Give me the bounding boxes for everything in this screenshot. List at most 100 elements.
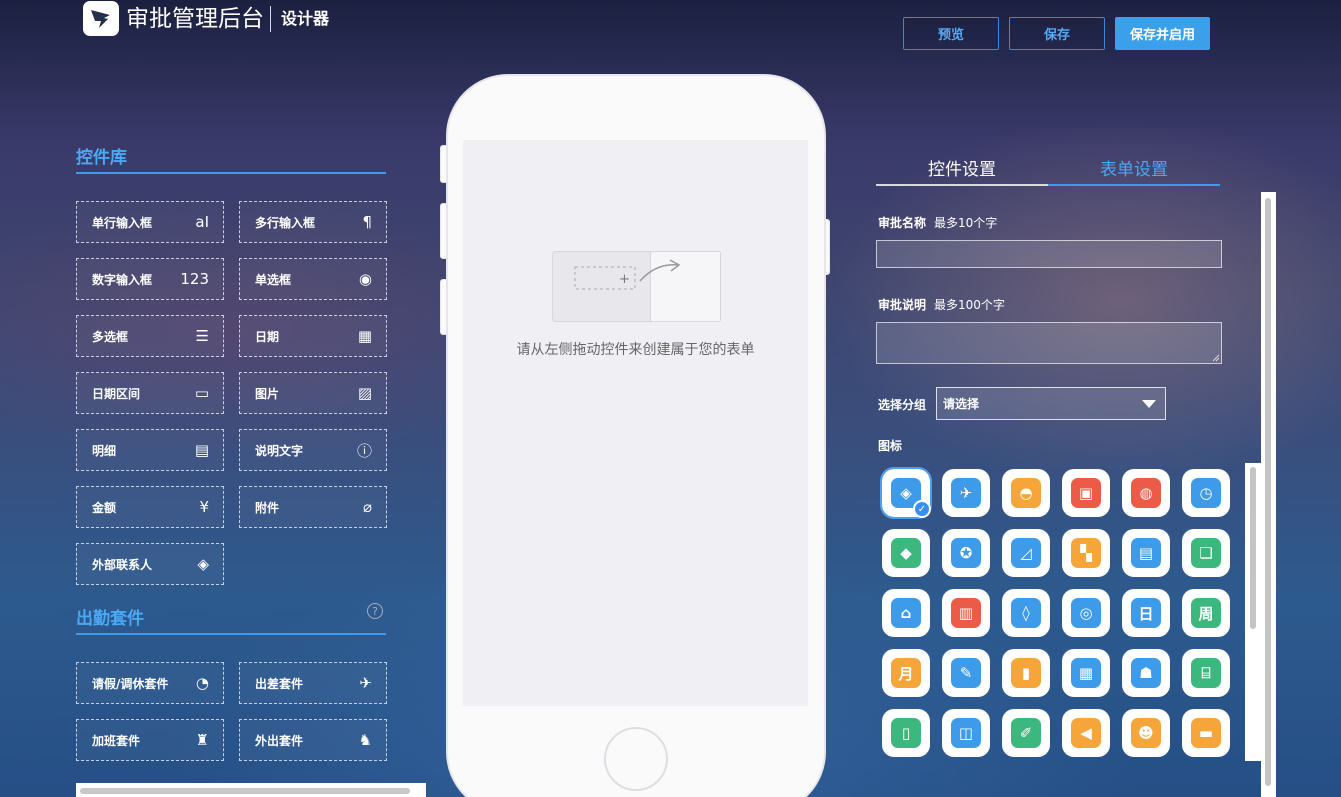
clock-icon: ◷ bbox=[1191, 478, 1221, 508]
kit-label: 加班套件 bbox=[92, 733, 141, 748]
scrollbar-thumb[interactable] bbox=[1250, 467, 1256, 629]
control-label: 多选框 bbox=[92, 329, 129, 344]
tab-underline-active bbox=[1048, 184, 1220, 186]
icon-option[interactable]: ⌸ bbox=[1182, 649, 1230, 697]
kit-clock[interactable]: 请假/调休套件 ◔ bbox=[76, 662, 224, 704]
canvas-hint-text: 请从左侧拖动控件来创建属于您的表单 bbox=[516, 342, 755, 358]
group-select-value: 请选择 bbox=[943, 397, 980, 411]
save-and-enable-button[interactable]: 保存并启用 bbox=[1115, 17, 1210, 50]
icon-option[interactable]: ▯ bbox=[882, 709, 930, 757]
attendance-title: 出勤套件 bbox=[76, 609, 144, 629]
icon-option[interactable]: ✈ bbox=[942, 469, 990, 517]
tab-form-settings[interactable]: 表单设置 bbox=[1048, 155, 1220, 180]
scrollbar-thumb[interactable] bbox=[80, 788, 410, 794]
day-icon: 日 bbox=[1131, 598, 1161, 628]
kit-walking[interactable]: 外出套件 ♞ bbox=[239, 719, 387, 761]
calendar-range-icon: ▭ bbox=[194, 384, 209, 402]
icon-option[interactable]: 月 bbox=[882, 649, 930, 697]
icon-grid-scrollbar[interactable] bbox=[1245, 463, 1261, 761]
icon-option[interactable]: ◆ bbox=[882, 529, 930, 577]
icon-option[interactable]: ◊ bbox=[1002, 589, 1050, 637]
yen-icon: ¥ bbox=[199, 498, 209, 516]
control-info[interactable]: 说明文字 ⓘ bbox=[239, 429, 387, 471]
clock-icon: ◔ bbox=[195, 674, 209, 692]
control-paperclip[interactable]: 附件 ⌀ bbox=[239, 486, 387, 528]
icon-option[interactable]: ▦ bbox=[1062, 649, 1110, 697]
approval-name-input[interactable] bbox=[876, 240, 1222, 268]
icon-option[interactable]: ◓ bbox=[1002, 469, 1050, 517]
icon-option[interactable]: ◎ bbox=[1062, 589, 1110, 637]
control-checklist[interactable]: 多选框 ☰ bbox=[76, 315, 224, 357]
control-text-a[interactable]: 单行输入框 aI bbox=[76, 201, 224, 243]
control-number[interactable]: 数字输入框 123 bbox=[76, 258, 224, 300]
tab-underline-inactive bbox=[876, 184, 1048, 186]
icon-option[interactable]: ☻ bbox=[1122, 709, 1170, 757]
chevron-down-icon bbox=[1142, 400, 1156, 408]
icon-option[interactable]: ◈ ✓ bbox=[880, 467, 932, 519]
control-radio[interactable]: 单选框 ◉ bbox=[239, 258, 387, 300]
icon-option[interactable]: ▚ bbox=[1062, 529, 1110, 577]
icon-option[interactable]: ◀ bbox=[1062, 709, 1110, 757]
kit-desk-lamp[interactable]: 加班套件 ♜ bbox=[76, 719, 224, 761]
group-select[interactable]: 请选择 bbox=[936, 387, 1166, 420]
app-logo bbox=[83, 1, 119, 36]
help-icon[interactable]: ? bbox=[367, 603, 383, 619]
icon-option[interactable]: ▮ bbox=[1002, 649, 1050, 697]
control-detail[interactable]: 明细 ▤ bbox=[76, 429, 224, 471]
library-title: 控件库 bbox=[76, 148, 127, 168]
control-label: 金额 bbox=[92, 500, 117, 515]
notebook-icon: ▯ bbox=[891, 718, 921, 748]
open-book-icon: ◫ bbox=[951, 718, 981, 748]
icon-option[interactable]: 日 bbox=[1122, 589, 1170, 637]
form-canvas[interactable] bbox=[463, 140, 808, 706]
calendar-icon: ▦ bbox=[357, 327, 372, 345]
approval-desc-textarea[interactable] bbox=[876, 322, 1222, 364]
icon-option[interactable]: ▣ bbox=[1062, 469, 1110, 517]
save-button[interactable]: 保存 bbox=[1009, 17, 1105, 50]
phone-home-button bbox=[604, 727, 668, 791]
app-title: 审批管理后台 bbox=[126, 6, 264, 32]
icon-option[interactable]: ◫ bbox=[942, 709, 990, 757]
control-paragraph[interactable]: 多行输入框 ¶ bbox=[239, 201, 387, 243]
pen-icon: ✐ bbox=[1011, 718, 1041, 748]
title-divider bbox=[270, 6, 271, 32]
settings-vertical-scrollbar[interactable] bbox=[1261, 192, 1276, 797]
chart-board-icon: ◿ bbox=[1011, 538, 1041, 568]
desk-lamp-icon: ♜ bbox=[195, 731, 209, 749]
megaphone-icon: ◀ bbox=[1071, 718, 1101, 748]
control-label: 日期区间 bbox=[92, 386, 141, 401]
icon-option[interactable]: ✪ bbox=[942, 529, 990, 577]
icon-option[interactable]: ✎ bbox=[942, 649, 990, 697]
app-subtitle: 设计器 bbox=[281, 9, 330, 28]
library-horizontal-scrollbar[interactable] bbox=[76, 783, 426, 797]
tab-control-settings[interactable]: 控件设置 bbox=[876, 155, 1048, 180]
checklist-icon: ☰ bbox=[195, 327, 209, 345]
icon-option[interactable]: ⌂ bbox=[882, 589, 930, 637]
approval-desc-limit: 最多100个字 bbox=[934, 298, 1005, 312]
scrollbar-thumb[interactable] bbox=[1265, 198, 1271, 786]
preview-button[interactable]: 预览 bbox=[903, 17, 999, 50]
icon-option[interactable]: ✐ bbox=[1002, 709, 1050, 757]
kit-label: 请假/调休套件 bbox=[92, 676, 169, 691]
control-label: 外部联系人 bbox=[92, 557, 153, 572]
month-icon: 月 bbox=[891, 658, 921, 688]
plus-glyph: + bbox=[619, 272, 630, 287]
icon-option[interactable]: ▬ bbox=[1182, 709, 1230, 757]
control-calendar[interactable]: 日期 ▦ bbox=[239, 315, 387, 357]
control-yen[interactable]: 金额 ¥ bbox=[76, 486, 224, 528]
kit-airplane[interactable]: 出差套件 ✈ bbox=[239, 662, 387, 704]
icon-option[interactable]: ▤ bbox=[1122, 529, 1170, 577]
icon-option[interactable]: 周 bbox=[1182, 589, 1230, 637]
control-image[interactable]: 图片 ▨ bbox=[239, 372, 387, 414]
icon-option[interactable]: ◍ bbox=[1122, 469, 1170, 517]
control-calendar-range[interactable]: 日期区间 ▭ bbox=[76, 372, 224, 414]
icon-option[interactable]: ◷ bbox=[1182, 469, 1230, 517]
icon-option[interactable]: ◿ bbox=[1002, 529, 1050, 577]
resize-handle-icon[interactable] bbox=[1212, 354, 1220, 362]
icon-label: 图标 bbox=[878, 439, 903, 453]
icon-option[interactable]: ▥ bbox=[942, 589, 990, 637]
handshake-icon: ◈ bbox=[197, 555, 209, 573]
control-handshake[interactable]: 外部联系人 ◈ bbox=[76, 543, 224, 585]
icon-option[interactable]: ☗ bbox=[1122, 649, 1170, 697]
icon-option[interactable]: ❏ bbox=[1182, 529, 1230, 577]
